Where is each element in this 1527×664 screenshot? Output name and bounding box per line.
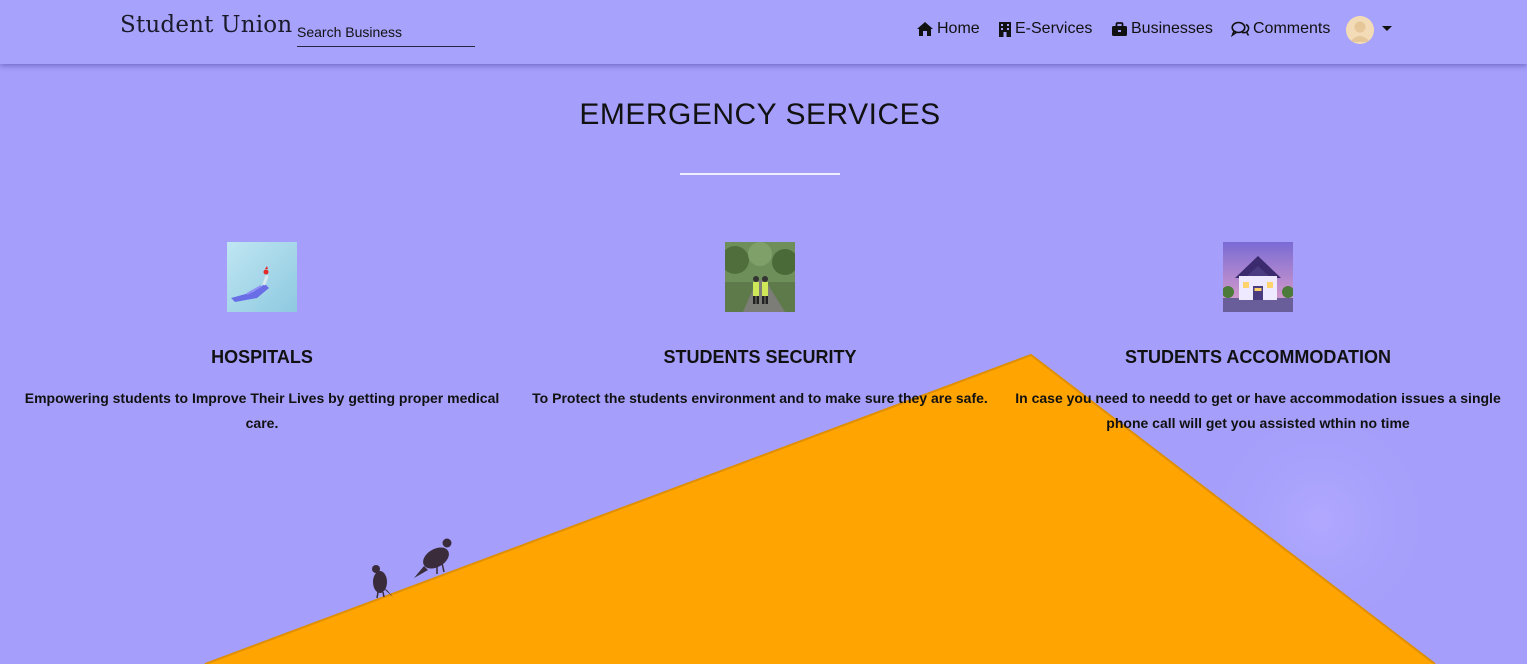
- nav-home[interactable]: Home: [916, 18, 980, 40]
- service-card-security: STUDENTS SECURITY To Protect the student…: [511, 242, 1009, 411]
- service-title: STUDENTS ACCOMMODATION: [1125, 347, 1391, 367]
- service-title: HOSPITALS: [211, 347, 313, 367]
- nav-businesses[interactable]: Businesses: [1111, 18, 1213, 40]
- page-title: EMERGENCY SERVICES: [579, 98, 941, 131]
- brand-logo[interactable]: Student Union: [120, 12, 292, 38]
- briefcase-icon: [1112, 21, 1127, 36]
- navbar: Student Union Home E-Services Businesses: [0, 0, 1527, 64]
- house-image[interactable]: [1223, 242, 1293, 312]
- service-description: To Protect the students environment and …: [532, 390, 988, 406]
- security-image[interactable]: [725, 242, 795, 312]
- avatar[interactable]: [1346, 16, 1374, 44]
- chevron-down-icon[interactable]: [1382, 26, 1392, 31]
- nav-e-services[interactable]: E-Services: [998, 18, 1092, 40]
- nav-e-services-label: E-Services: [1015, 20, 1093, 37]
- service-description: In case you need to needd to get or have…: [1015, 390, 1501, 431]
- building-icon: [999, 22, 1011, 37]
- hospital-image[interactable]: [227, 242, 297, 312]
- service-title: STUDENTS SECURITY: [663, 347, 857, 367]
- nav-comments-label: Comments: [1253, 20, 1331, 37]
- search-input[interactable]: [297, 18, 475, 47]
- service-description: Empowering students to Improve Their Liv…: [24, 390, 500, 431]
- comments-icon: [1231, 21, 1250, 37]
- avatar-icon: [1346, 16, 1374, 44]
- service-card-hospitals: HOSPITALS Empowering students to Improve…: [13, 242, 511, 436]
- nav-comments[interactable]: Comments: [1231, 18, 1330, 40]
- main-content: EMERGENCY SERVICES HOSPITALS Empowering …: [0, 0, 1527, 664]
- nav-businesses-label: Businesses: [1131, 20, 1213, 37]
- home-icon: [917, 22, 933, 36]
- service-card-accommodation: STUDENTS ACCOMMODATION In case you need …: [1009, 242, 1507, 436]
- nav-home-label: Home: [937, 20, 980, 37]
- title-divider: [680, 173, 840, 175]
